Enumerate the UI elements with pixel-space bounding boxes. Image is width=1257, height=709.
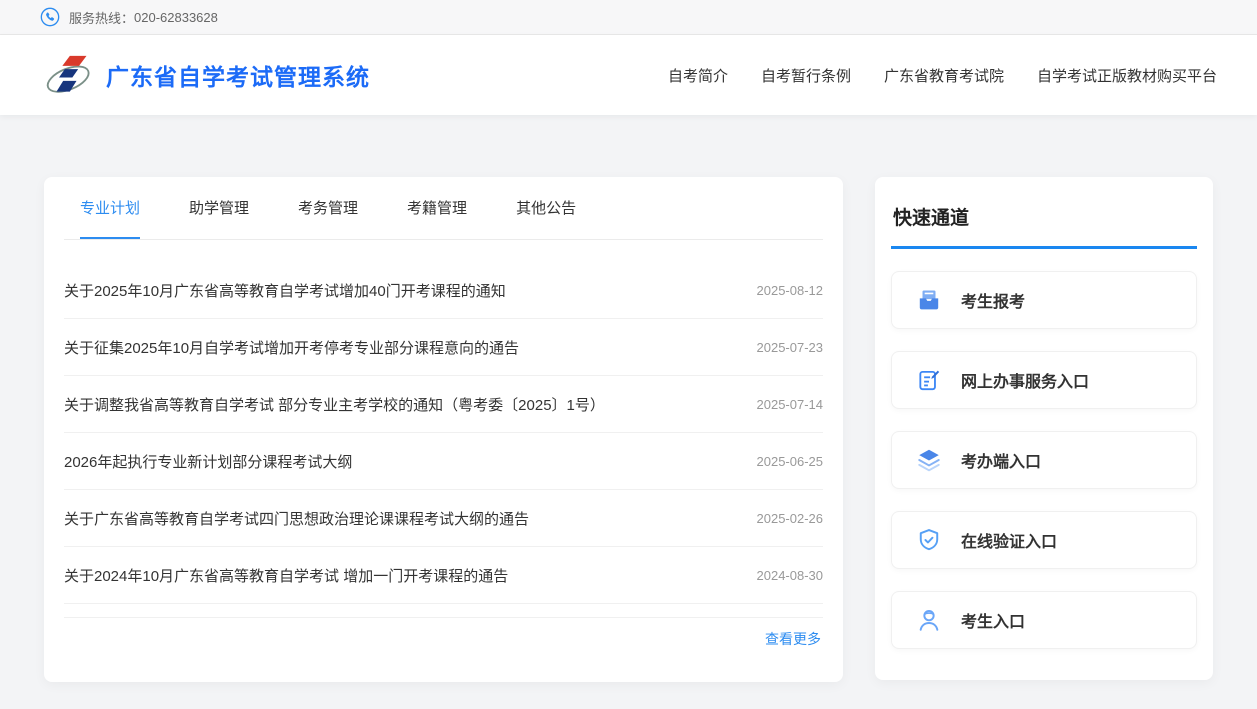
hotline-label: 服务热线： — [69, 10, 135, 26]
quick-channel-panel: 快速通道 考生报考 网上办事服务入口 考办端入口 在线验证入口 考生入口 — [875, 177, 1213, 680]
nav-link-exam-authority[interactable]: 广东省教育考试院 — [884, 65, 1004, 86]
quick-item-label: 在线验证入口 — [961, 534, 1058, 551]
notice-row[interactable]: 关于征集2025年10月自学考试增加开考停考专业部分课程意向的通告 2025-0… — [64, 319, 823, 376]
tab-other-announcements[interactable]: 其他公告 — [516, 177, 576, 239]
notice-title: 关于征集2025年10月自学考试增加开考停考专业部分课程意向的通告 — [64, 339, 520, 357]
tab-exam-records[interactable]: 考籍管理 — [407, 177, 467, 239]
quick-item-candidate-registration[interactable]: 考生报考 — [891, 271, 1197, 329]
notice-title: 关于调整我省高等教育自学考试 部分专业主考学校的通知（粤考委〔2025〕1号） — [64, 396, 605, 414]
notice-date: 2025-07-14 — [756, 396, 824, 412]
tab-major-plans[interactable]: 专业计划 — [80, 177, 141, 239]
inbox-icon — [919, 290, 939, 310]
hotline-number: 020-62833628 — [134, 9, 218, 25]
view-more-link[interactable]: 查看更多 — [765, 631, 821, 647]
notice-row[interactable]: 2026年起执行专业新计划部分课程考试大纲 2025-06-25 — [64, 433, 823, 490]
quick-item-label: 考生报考 — [961, 294, 1026, 311]
notice-list: 关于2025年10月广东省高等教育自学考试增加40门开考课程的通知 2025-0… — [64, 240, 823, 604]
notice-date: 2025-06-25 — [756, 453, 824, 469]
quick-item-online-services[interactable]: 网上办事服务入口 — [891, 351, 1197, 409]
notice-date: 2025-08-12 — [756, 282, 824, 298]
main-nav: 自考简介 自考暂行条例 广东省教育考试院 自学考试正版教材购买平台 — [668, 65, 1233, 86]
quick-item-candidate-portal[interactable]: 考生入口 — [891, 591, 1197, 649]
main-content: 专业计划 助学管理 考务管理 考籍管理 其他公告 关于2025年10月广东省高等… — [0, 115, 1257, 682]
notice-tabs: 专业计划 助学管理 考务管理 考籍管理 其他公告 — [64, 177, 823, 240]
nav-link-intro[interactable]: 自考简介 — [668, 65, 728, 86]
quick-item-label: 考办端入口 — [961, 454, 1042, 471]
nav-link-textbook-platform[interactable]: 自学考试正版教材购买平台 — [1037, 65, 1217, 86]
notice-row[interactable]: 关于2025年10月广东省高等教育自学考试增加40门开考课程的通知 2025-0… — [64, 262, 823, 319]
notice-title: 关于2025年10月广东省高等教育自学考试增加40门开考课程的通知 — [64, 282, 506, 300]
notice-row[interactable]: 关于广东省高等教育自学考试四门思想政治理论课课程考试大纲的通告 2025-02-… — [64, 490, 823, 547]
quick-item-exam-office-portal[interactable]: 考办端入口 — [891, 431, 1197, 489]
notice-panel: 专业计划 助学管理 考务管理 考籍管理 其他公告 关于2025年10月广东省高等… — [44, 177, 843, 682]
user-icon — [919, 610, 939, 631]
notice-date: 2025-07-23 — [756, 339, 824, 355]
shield-check-icon — [919, 529, 939, 551]
notice-title: 关于广东省高等教育自学考试四门思想政治理论课课程考试大纲的通告 — [64, 510, 530, 528]
notice-date: 2025-02-26 — [756, 510, 824, 526]
phone-icon — [40, 7, 60, 27]
topbar: 服务热线： 020-62833628 — [0, 0, 1257, 35]
notice-footer: 查看更多 — [64, 617, 823, 649]
brand[interactable]: 广东省自学考试管理系统 — [44, 49, 370, 101]
layers-icon — [918, 449, 940, 472]
quick-item-online-verification[interactable]: 在线验证入口 — [891, 511, 1197, 569]
notice-date: 2024-08-30 — [756, 567, 824, 583]
site-logo-icon — [46, 55, 90, 93]
tab-study-aid[interactable]: 助学管理 — [189, 177, 249, 239]
header: 广东省自学考试管理系统 自考简介 自考暂行条例 广东省教育考试院 自学考试正版教… — [0, 35, 1257, 115]
nav-link-regulations[interactable]: 自考暂行条例 — [761, 65, 851, 86]
form-edit-icon — [919, 370, 940, 391]
site-title: 广东省自学考试管理系统 — [106, 64, 370, 90]
notice-row[interactable]: 关于2024年10月广东省高等教育自学考试 增加一门开考课程的通告 2024-0… — [64, 547, 823, 604]
notice-title: 关于2024年10月广东省高等教育自学考试 增加一门开考课程的通告 — [64, 567, 509, 585]
quick-item-label: 考生入口 — [961, 614, 1026, 631]
notice-title: 2026年起执行专业新计划部分课程考试大纲 — [64, 453, 353, 471]
quick-channel-title: 快速通道 — [891, 193, 1197, 249]
notice-row[interactable]: 关于调整我省高等教育自学考试 部分专业主考学校的通知（粤考委〔2025〕1号） … — [64, 376, 823, 433]
tab-exam-affairs[interactable]: 考务管理 — [298, 177, 358, 239]
quick-item-label: 网上办事服务入口 — [961, 374, 1090, 391]
